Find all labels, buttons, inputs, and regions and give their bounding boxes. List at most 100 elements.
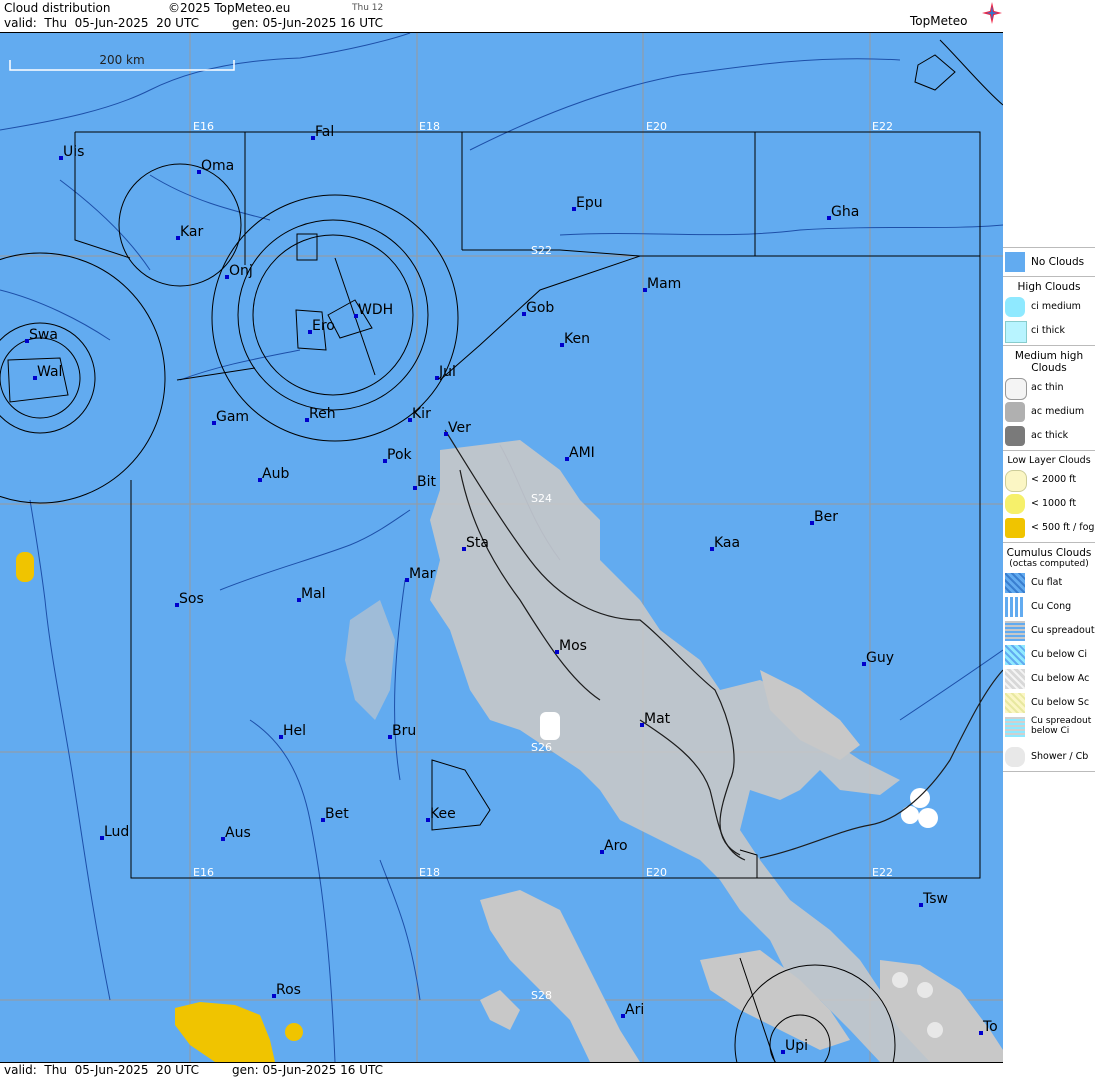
medium-clouds-title: Medium high Clouds — [1014, 350, 1084, 374]
place-label-epu: Epu — [576, 195, 603, 211]
cu-below-sc-swatch — [1005, 693, 1025, 713]
place-label-kee: Kee — [430, 806, 456, 822]
shower-cb-swatch — [1005, 747, 1025, 767]
place-label-upi: Upi — [785, 1038, 808, 1054]
generated-time: gen: 05-Jun-2025 16 UTC — [232, 16, 384, 30]
place-label-mat: Mat — [644, 711, 671, 727]
place-label-swa: Swa — [29, 327, 58, 343]
ac-thick-swatch — [1005, 426, 1025, 446]
no-clouds-swatch — [1005, 252, 1025, 272]
lon-label-bottom-2: E20 — [646, 866, 667, 879]
ac-medium-label: ac medium — [1031, 406, 1085, 417]
low-clouds-title: Low Layer Clouds — [1007, 455, 1091, 466]
lon-label-top-1: E18 — [419, 120, 440, 133]
cu-spreadout-below-ci-label: Cu spreadout below Ci — [1031, 716, 1092, 736]
fog-label: < 500 ft / fog — [1031, 522, 1095, 533]
low-1000-swatch — [1005, 494, 1025, 514]
lon-label-bottom-1: E18 — [419, 866, 440, 879]
cumulus-title: Cumulus Clouds — [1006, 547, 1092, 559]
cu-below-ac-swatch — [1005, 669, 1025, 689]
place-label-lud: Lud — [104, 824, 129, 840]
legend-panel: No Clouds High Clouds ci medium ci thick… — [1003, 245, 1095, 774]
place-label-kar: Kar — [180, 224, 204, 240]
ci-thick-label: ci thick — [1031, 325, 1065, 336]
place-label-gha: Gha — [831, 204, 859, 220]
place-label-bru: Bru — [392, 723, 416, 739]
place-label-jul: Jul — [438, 364, 456, 380]
place-label-oma: Oma — [201, 158, 234, 174]
footer-generated-time: gen: 05-Jun-2025 16 UTC — [232, 1063, 384, 1077]
valid-time: valid: Thu 05-Jun-2025 20 UTC — [4, 16, 199, 30]
lon-label-top-0: E16 — [193, 120, 214, 133]
place-label-ver: Ver — [448, 420, 471, 436]
high-clouds-title: High Clouds — [1017, 281, 1081, 293]
cu-cong-label: Cu Cong — [1031, 601, 1072, 612]
scale-label: 200 km — [99, 53, 144, 67]
cu-below-ci-swatch — [1005, 645, 1025, 665]
place-label-to: To — [982, 1019, 998, 1035]
ci-thick-swatch — [1005, 321, 1027, 343]
cumulus-subtitle: (octas computed) — [1009, 559, 1089, 569]
place-label-aus: Aus — [225, 825, 251, 841]
lon-label-bottom-3: E22 — [872, 866, 893, 879]
place-label-ken: Ken — [564, 331, 590, 347]
place-label-wdh: WDH — [358, 302, 393, 318]
cu-spreadout-below-ci-swatch — [1005, 717, 1025, 737]
ci-medium-label: ci medium — [1031, 301, 1081, 312]
place-label-sta: Sta — [466, 535, 489, 551]
place-label-ero: Ero — [312, 318, 335, 334]
low-2000-label: < 2000 ft — [1031, 474, 1077, 485]
ac-thin-swatch — [1005, 378, 1027, 400]
ac-thin-label: ac thin — [1031, 382, 1064, 393]
ac-medium-swatch — [1005, 402, 1025, 422]
legend-no-clouds: No Clouds — [1003, 250, 1095, 274]
place-label-ber: Ber — [814, 509, 838, 525]
place-label-ami: AMI — [569, 445, 595, 461]
chart-title: Cloud distribution — [4, 1, 111, 15]
place-label-hel: Hel — [283, 723, 306, 739]
fog-swatch — [1005, 518, 1025, 538]
place-label-onj: Onj — [229, 263, 253, 279]
place-label-pok: Pok — [387, 447, 413, 463]
place-label-guy: Guy — [866, 650, 894, 666]
cu-below-ci-label: Cu below Ci — [1031, 649, 1088, 660]
brand-logo: TopMeteo — [910, 14, 968, 28]
low-1000-label: < 1000 ft — [1031, 498, 1077, 509]
place-label-aro: Aro — [604, 838, 628, 854]
lon-label-top-3: E22 — [872, 120, 893, 133]
place-label-kir: Kir — [412, 406, 431, 422]
cu-cong-swatch — [1005, 597, 1025, 617]
place-label-gob: Gob — [526, 300, 554, 316]
cu-flat-swatch — [1005, 573, 1025, 593]
lon-label-bottom-0: E16 — [193, 866, 214, 879]
cu-below-ac-label: Cu below Ac — [1031, 673, 1090, 684]
place-label-gam: Gam — [216, 409, 249, 425]
cu-spreadout-label: Cu spreadout — [1031, 625, 1095, 636]
copyright-text: ©2025 TopMeteo.eu — [168, 1, 291, 15]
place-label-bet: Bet — [325, 806, 349, 822]
lat-label-0: S22 — [531, 244, 552, 257]
place-label-sos: Sos — [179, 591, 204, 607]
place-label-wal: Wal — [37, 364, 62, 380]
no-clouds-label: No Clouds — [1031, 256, 1085, 268]
place-label-mal: Mal — [301, 586, 326, 602]
place-label-aub: Aub — [262, 466, 289, 482]
compass-star-icon — [982, 2, 1002, 24]
cu-flat-label: Cu flat — [1031, 577, 1063, 588]
footer-valid-time: valid: Thu 05-Jun-2025 20 UTC — [4, 1063, 199, 1077]
low-2000-swatch — [1005, 470, 1027, 492]
lon-label-top-2: E20 — [646, 120, 667, 133]
place-label-kaa: Kaa — [714, 535, 740, 551]
place-label-reh: Reh — [309, 406, 336, 422]
lat-label-2: S26 — [531, 741, 552, 754]
cu-spreadout-swatch — [1005, 621, 1025, 641]
place-label-tsw: Tsw — [922, 891, 948, 907]
place-label-bit: Bit — [417, 474, 436, 490]
place-label-mam: Mam — [647, 276, 681, 292]
ci-medium-swatch — [1005, 297, 1025, 317]
place-label-ari: Ari — [625, 1002, 644, 1018]
place-label-mar: Mar — [409, 566, 436, 582]
lat-label-1: S24 — [531, 492, 552, 505]
cloud-map[interactable]: 200 km E16 E18 E20 E22 E16 E18 E20 E22 S… — [0, 33, 1003, 1062]
place-label-ros: Ros — [276, 982, 301, 998]
